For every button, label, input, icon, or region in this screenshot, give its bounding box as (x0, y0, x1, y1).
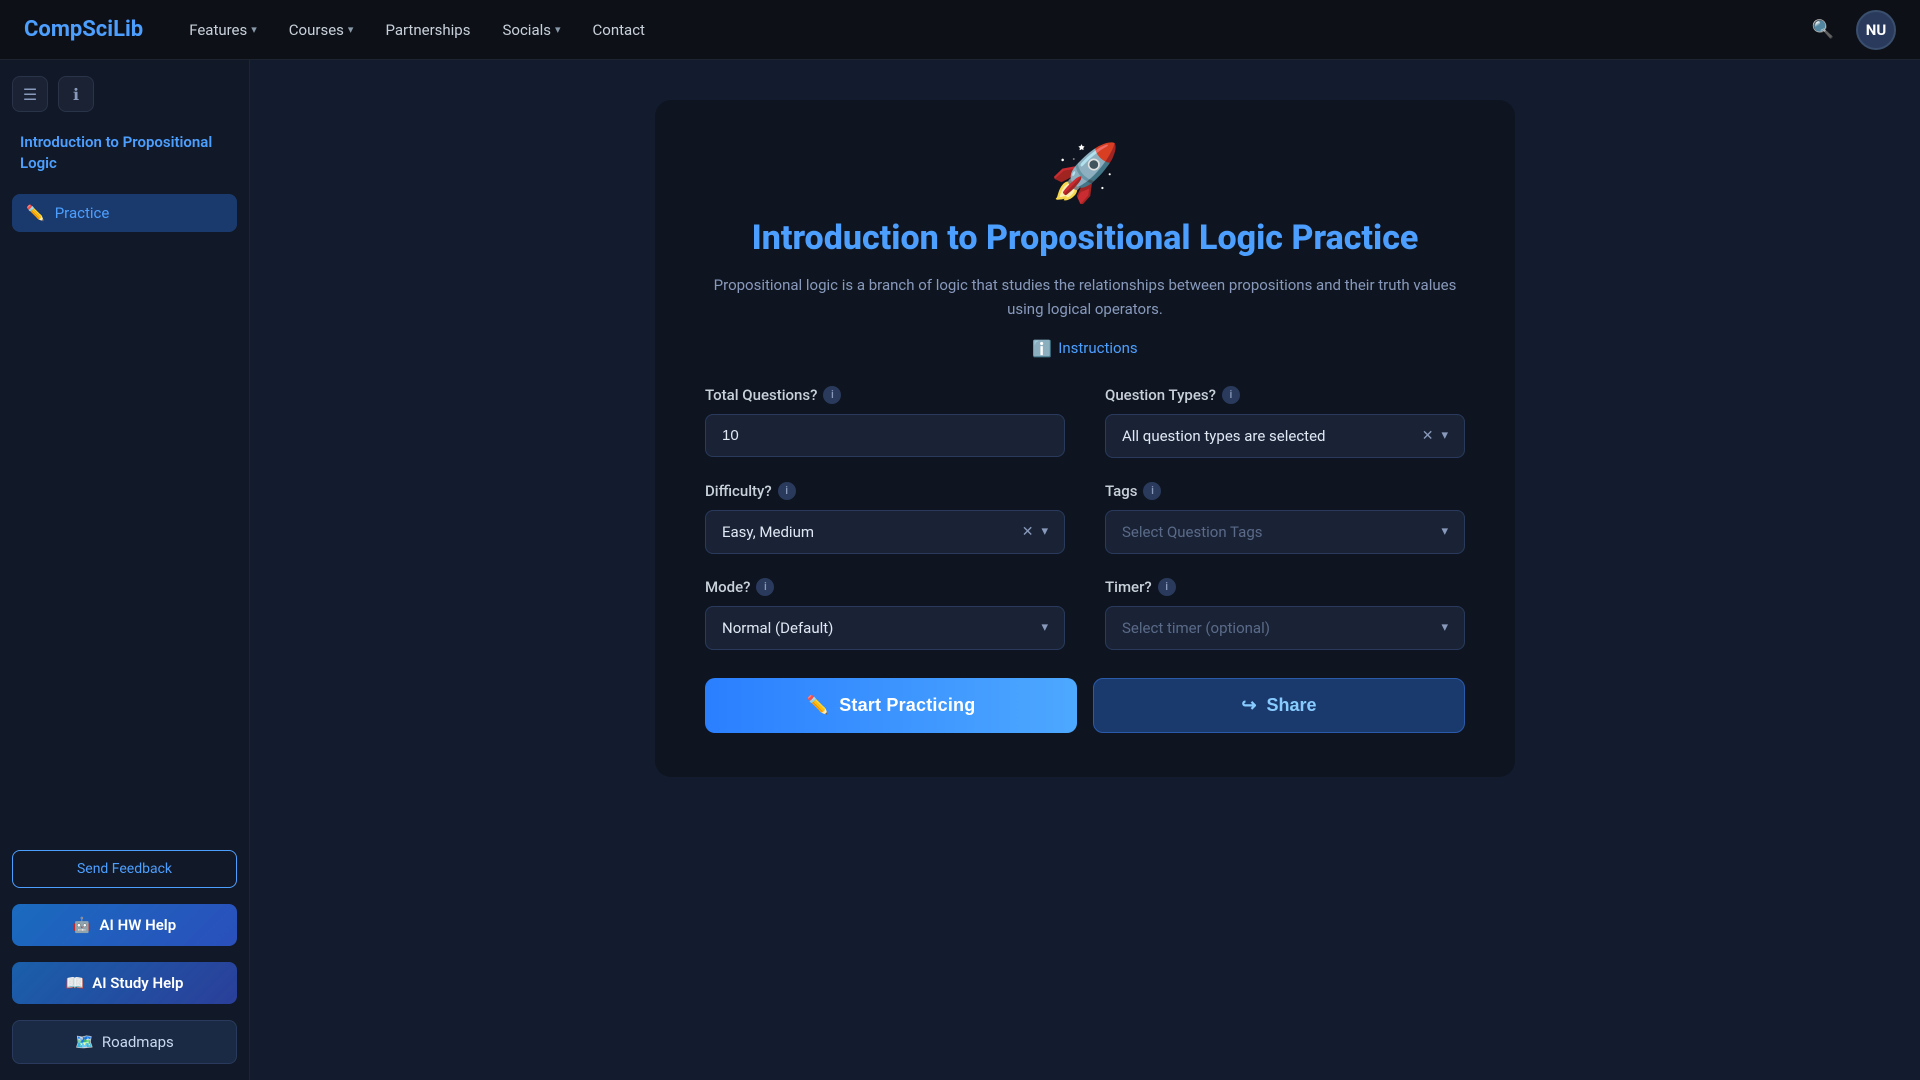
tags-info-icon[interactable]: i (1143, 482, 1161, 500)
robot-icon: 🤖 (73, 916, 92, 934)
main-content: 🚀 Introduction to Propositional Logic Pr… (250, 60, 1920, 1080)
practice-card: 🚀 Introduction to Propositional Logic Pr… (655, 100, 1515, 777)
chevron-down-icon: ▾ (1441, 428, 1448, 443)
nav-items: Features ▾ Courses ▾ Partnerships Social… (175, 13, 1773, 47)
sidebar-item-practice[interactable]: ✏️ Practice (12, 194, 237, 232)
total-questions-label: Total Questions? i (705, 386, 1065, 404)
logo[interactable]: CompSciLib (24, 17, 143, 42)
mode-select[interactable]: Normal (Default) ▾ (705, 606, 1065, 650)
chevron-down-icon: ▾ (1041, 620, 1048, 635)
difficulty-select[interactable]: Easy, Medium ✕ ▾ (705, 510, 1065, 554)
page-title: Introduction to Propositional Logic Prac… (705, 218, 1465, 259)
total-questions-input[interactable] (705, 414, 1065, 457)
tags-field: Tags i Select Question Tags ▾ (1105, 482, 1465, 554)
chevron-down-icon: ▾ (555, 23, 561, 36)
book-icon: 📖 (66, 974, 85, 992)
share-icon: ↪ (1241, 695, 1256, 716)
nav-features[interactable]: Features ▾ (175, 13, 271, 47)
timer-field: Timer? i Select timer (optional) ▾ (1105, 578, 1465, 650)
instructions-link[interactable]: ℹ️ Instructions (705, 339, 1465, 358)
question-types-select[interactable]: All question types are selected ✕ ▾ (1105, 414, 1465, 458)
share-button[interactable]: ↪ Share (1093, 678, 1465, 733)
mode-info-icon[interactable]: i (756, 578, 774, 596)
timer-label: Timer? i (1105, 578, 1465, 596)
chevron-down-icon: ▾ (1441, 620, 1448, 635)
question-types-info-icon[interactable]: i (1222, 386, 1240, 404)
rocket-icon: 🚀 (705, 140, 1465, 206)
difficulty-field: Difficulty? i Easy, Medium ✕ ▾ (705, 482, 1065, 554)
top-navigation: CompSciLib Features ▾ Courses ▾ Partners… (0, 0, 1920, 60)
practice-form: Total Questions? i Question Types? i All… (705, 386, 1465, 650)
pencil-icon: ✏️ (26, 204, 45, 222)
chevron-down-icon: ▾ (251, 23, 257, 36)
nav-socials[interactable]: Socials ▾ (488, 13, 574, 47)
page-description: Propositional logic is a branch of logic… (705, 273, 1465, 321)
total-questions-info-icon[interactable]: i (823, 386, 841, 404)
info-circle-icon: ℹ️ (1032, 339, 1052, 358)
sidebar-top-icons: ☰ ℹ (12, 76, 237, 112)
mode-label: Mode? i (705, 578, 1065, 596)
action-buttons: ✏️ Start Practicing ↪ Share (705, 678, 1465, 733)
total-questions-field: Total Questions? i (705, 386, 1065, 458)
logo-prefix: CompSci (24, 17, 113, 42)
ai-study-help-button[interactable]: 📖 AI Study Help (12, 962, 237, 1004)
chevron-down-icon: ▾ (1041, 524, 1048, 539)
difficulty-label: Difficulty? i (705, 482, 1065, 500)
clear-question-types-icon[interactable]: ✕ (1422, 428, 1434, 444)
mode-field: Mode? i Normal (Default) ▾ (705, 578, 1065, 650)
chevron-down-icon: ▾ (1441, 524, 1448, 539)
nav-courses[interactable]: Courses ▾ (275, 13, 368, 47)
sidebar: ☰ ℹ Introduction to Propositional Logic … (0, 60, 250, 1080)
tags-label: Tags i (1105, 482, 1465, 500)
avatar[interactable]: NU (1856, 10, 1896, 50)
roadmaps-button[interactable]: 🗺️ Roadmaps (12, 1020, 237, 1064)
nav-right: 🔍 NU (1806, 10, 1896, 50)
map-icon: 🗺️ (75, 1033, 94, 1051)
logo-suffix: Lib (113, 17, 143, 42)
main-layout: ☰ ℹ Introduction to Propositional Logic … (0, 60, 1920, 1080)
difficulty-info-icon[interactable]: i (778, 482, 796, 500)
tags-select[interactable]: Select Question Tags ▾ (1105, 510, 1465, 554)
sidebar-course-title: Introduction to Propositional Logic (12, 128, 237, 186)
question-types-label: Question Types? i (1105, 386, 1465, 404)
sidebar-menu-icon[interactable]: ☰ (12, 76, 48, 112)
timer-select[interactable]: Select timer (optional) ▾ (1105, 606, 1465, 650)
search-icon[interactable]: 🔍 (1806, 13, 1840, 46)
ai-hw-help-button[interactable]: 🤖 AI HW Help (12, 904, 237, 946)
sidebar-info-icon[interactable]: ℹ (58, 76, 94, 112)
nav-contact[interactable]: Contact (579, 13, 659, 47)
timer-info-icon[interactable]: i (1158, 578, 1176, 596)
pencil-icon: ✏️ (807, 695, 830, 716)
start-practicing-button[interactable]: ✏️ Start Practicing (705, 678, 1077, 733)
nav-partnerships[interactable]: Partnerships (371, 13, 484, 47)
clear-difficulty-icon[interactable]: ✕ (1022, 524, 1034, 540)
question-types-field: Question Types? i All question types are… (1105, 386, 1465, 458)
send-feedback-button[interactable]: Send Feedback (12, 850, 237, 888)
chevron-down-icon: ▾ (348, 23, 354, 36)
